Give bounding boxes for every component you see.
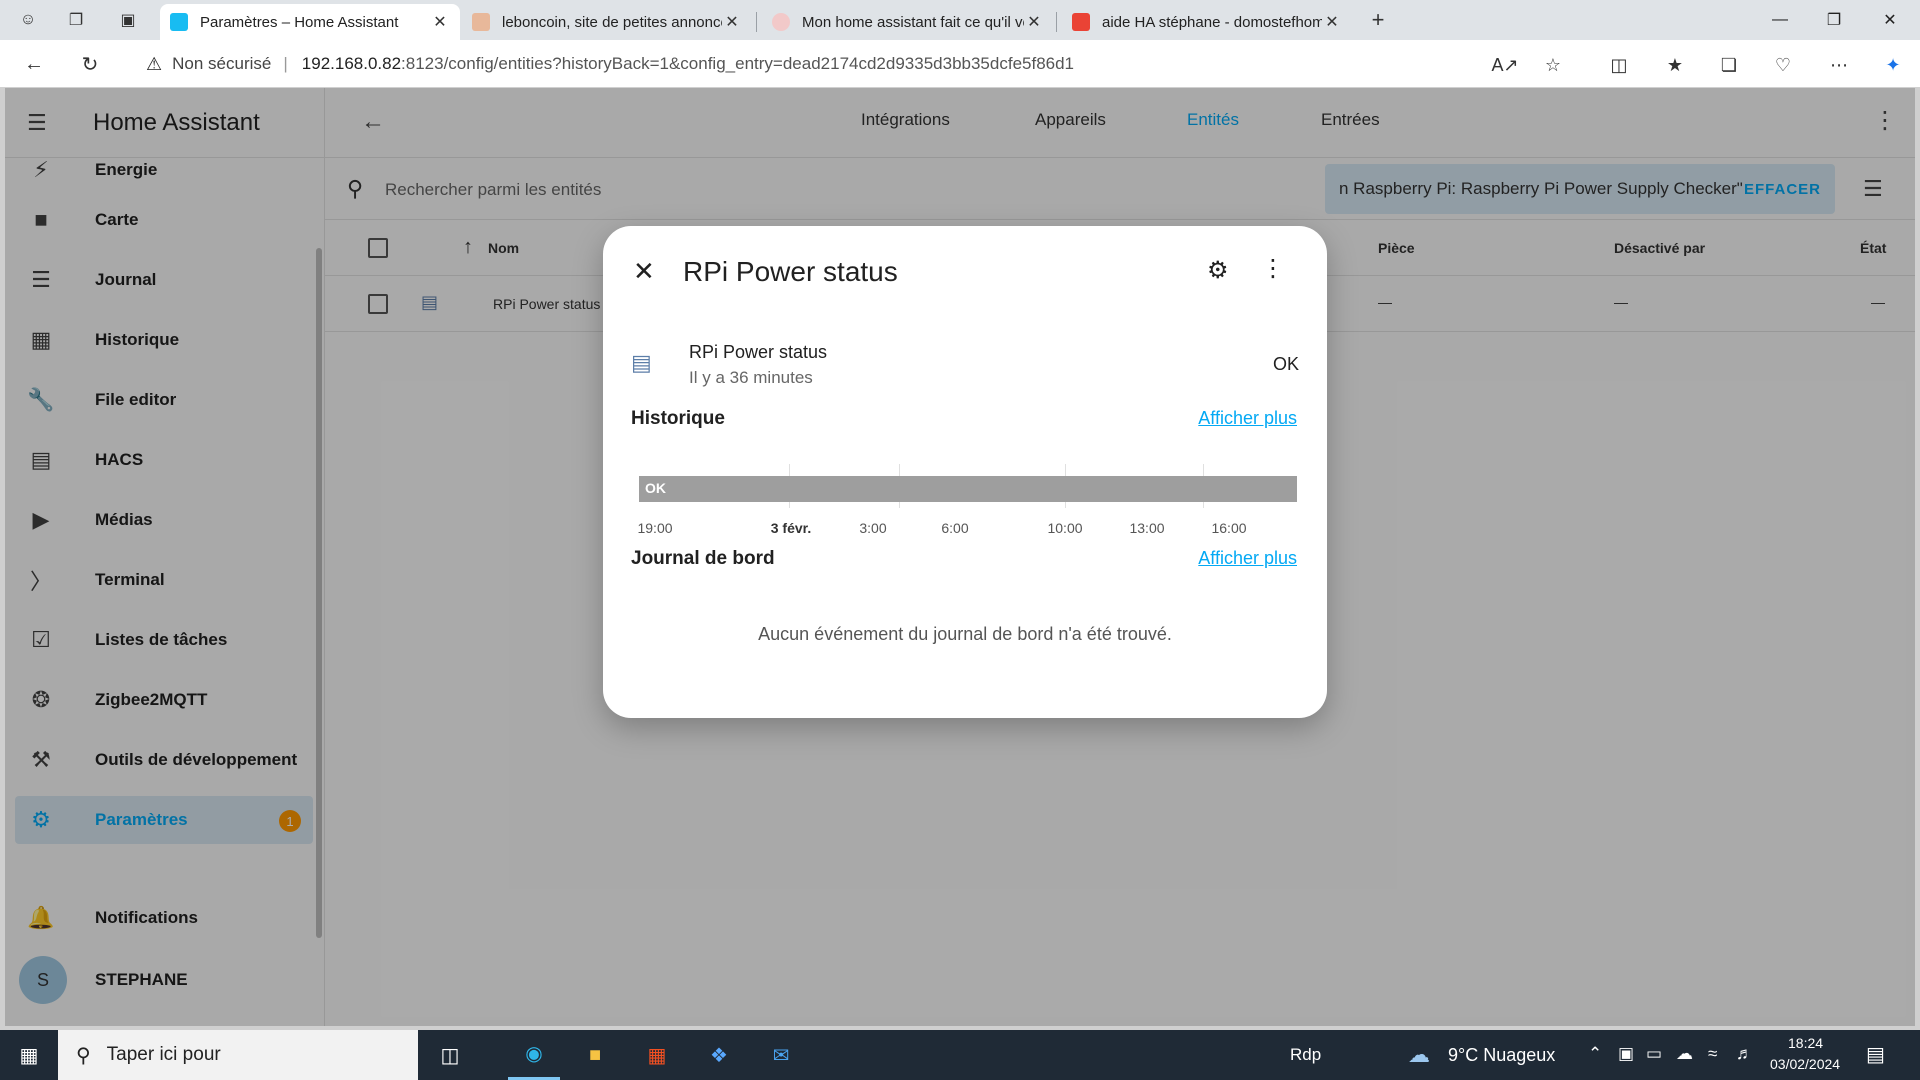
read-aloud-icon[interactable]: A↗: [1491, 52, 1518, 78]
tab-separator: [1056, 12, 1057, 32]
url-host: 192.168.0.82: [301, 54, 402, 73]
close-tab-icon[interactable]: ✕: [430, 12, 450, 32]
logbook-show-more-link[interactable]: Afficher plus: [1198, 548, 1297, 569]
rdp-label[interactable]: Rdp: [1290, 1045, 1321, 1065]
refresh-icon[interactable]: ↻: [76, 50, 104, 78]
dropbox-icon[interactable]: ❖: [696, 1030, 742, 1080]
profile-icon[interactable]: ☺: [14, 6, 42, 34]
speaker-icon[interactable]: ♬: [1736, 1044, 1753, 1064]
entity-state: OK: [1272, 354, 1299, 374]
browser-tab-ha[interactable]: Paramètres – Home Assistant ✕: [160, 4, 460, 40]
timeline-tick: 19:00: [637, 520, 673, 536]
weather-text[interactable]: 9°C Nuageux: [1448, 1045, 1555, 1066]
clock-time[interactable]: 18:24: [1788, 1035, 1823, 1051]
chevron-up-icon[interactable]: ⌃: [1588, 1044, 1602, 1064]
tab-title: Paramètres – Home Assistant: [200, 13, 399, 31]
url-field[interactable]: ⚠ Non sécurisé | 192.168.0.82 :8123/conf…: [128, 46, 1508, 82]
gmail-favicon-icon: [1072, 13, 1090, 31]
notification-center-icon[interactable]: ▤: [1866, 1042, 1885, 1067]
windows-taskbar: ▦ ⚲ Taper ici pour ◫ ◉ ■ ▦ ❖ ✉ Rdp ☁ 9°C…: [0, 1030, 1920, 1080]
browser-essentials-icon[interactable]: ♡: [1770, 52, 1796, 78]
back-arrow-icon[interactable]: ←: [20, 50, 48, 78]
timeline-bar[interactable]: [639, 476, 1297, 502]
warning-icon: ⚠: [146, 53, 163, 74]
logbook-title: Journal de bord: [631, 548, 775, 569]
tab-title: leboncoin, site de petites annonces: [502, 13, 722, 31]
power-supply-icon: ▤: [631, 350, 652, 375]
history-show-more-link[interactable]: Afficher plus: [1198, 408, 1297, 429]
clock-date[interactable]: 03/02/2024: [1770, 1056, 1840, 1072]
url-path: :8123/config/entities?historyBack=1&conf…: [401, 54, 1075, 73]
browser-tab-forum[interactable]: Mon home assistant fait ce qu'il veut ✕: [762, 4, 1054, 40]
timeline-tick: 16:00: [1211, 520, 1247, 536]
workspaces-icon[interactable]: ❐: [62, 6, 90, 34]
security-label: Non sécurisé: [172, 54, 272, 73]
timeline-tick: 6:00: [941, 520, 969, 536]
gear-icon[interactable]: ⚙: [1207, 256, 1229, 285]
split-screen-icon[interactable]: ◫: [1606, 52, 1632, 78]
browser-tab-gmail[interactable]: aide HA stéphane - domostefhom ✕: [1062, 4, 1352, 40]
close-tab-icon[interactable]: ✕: [722, 12, 742, 32]
wifi-icon[interactable]: ≈: [1708, 1044, 1717, 1064]
taskbar-search-placeholder: Taper ici pour: [106, 1044, 221, 1065]
search-icon: ⚲: [76, 1044, 91, 1067]
file-explorer-icon[interactable]: ■: [572, 1030, 618, 1080]
home-assistant-app: ☰ Home Assistant ⚡ Energie ■ Carte ☰ Jou…: [5, 88, 1915, 1026]
browser-address-bar: ← ↻ ⚠ Non sécurisé | 192.168.0.82 :8123/…: [0, 40, 1920, 88]
new-tab-icon[interactable]: +: [1364, 6, 1392, 34]
timeline-tick: 3:00: [859, 520, 887, 536]
restore-icon[interactable]: ❐: [1806, 0, 1862, 40]
overflow-menu-icon[interactable]: ⋮: [1261, 254, 1285, 283]
favorites-icon[interactable]: ★: [1662, 52, 1688, 78]
entity-name: RPi Power status: [689, 342, 828, 362]
more-options-icon[interactable]: ⋯: [1826, 52, 1852, 78]
tab-title: aide HA stéphane - domostefhom: [1102, 13, 1322, 31]
timeline-tick: 13:00: [1129, 520, 1165, 536]
close-tab-icon[interactable]: ✕: [1322, 12, 1342, 32]
timeline-tick: 10:00: [1047, 520, 1083, 536]
timeline-tick: 3 févr.: [770, 520, 812, 536]
taskbar-search-input[interactable]: ⚲ Taper ici pour: [58, 1030, 418, 1080]
cloud-weather-icon: ☁: [1408, 1042, 1430, 1067]
close-window-icon[interactable]: ✕: [1862, 0, 1918, 40]
close-tab-icon[interactable]: ✕: [1024, 12, 1044, 32]
tab-separator: [756, 12, 757, 32]
url-separator: |: [283, 54, 288, 73]
copilot-icon[interactable]: ✦: [1880, 52, 1906, 78]
tab-actions-icon[interactable]: ▣: [114, 6, 142, 34]
meet-now-icon[interactable]: ▣: [1618, 1044, 1634, 1064]
collections-icon[interactable]: ❏: [1716, 52, 1742, 78]
leboncoin-favicon-icon: [472, 13, 490, 31]
browser-tab-leboncoin[interactable]: leboncoin, site de petites annonces ✕: [462, 4, 752, 40]
timeline-bar-label: OK: [645, 480, 666, 496]
history-timeline: OK 19:00 3 févr. 3:00 6:00 10:00 13:00 1…: [631, 456, 1299, 546]
windows-start-icon[interactable]: ▦: [0, 1030, 58, 1080]
home-assistant-favicon-icon: [170, 13, 188, 31]
history-title: Historique: [631, 408, 725, 429]
close-icon[interactable]: ✕: [633, 256, 655, 287]
edge-browser-icon[interactable]: ◉: [508, 1030, 560, 1080]
battery-icon[interactable]: ▭: [1646, 1044, 1662, 1064]
onedrive-cloud-icon[interactable]: ☁: [1676, 1044, 1693, 1064]
mail-icon[interactable]: ✉: [758, 1030, 804, 1080]
microsoft-store-icon[interactable]: ▦: [634, 1030, 680, 1080]
logbook-empty-message: Aucun événement du journal de bord n'a é…: [758, 624, 1172, 644]
minimize-icon[interactable]: —: [1752, 0, 1808, 40]
entity-state-row: ▤ RPi Power status Il y a 36 minutes OK: [631, 340, 1299, 396]
browser-tab-bar: ☺ ❐ ▣ Paramètres – Home Assistant ✕ lebo…: [0, 0, 1920, 40]
favorite-star-icon[interactable]: ☆: [1540, 52, 1566, 78]
task-view-icon[interactable]: ◫: [428, 1030, 472, 1080]
more-info-dialog: ✕ RPi Power status ⚙ ⋮ ▤ RPi Power statu…: [603, 226, 1327, 718]
dialog-title: RPi Power status: [683, 256, 898, 287]
tab-title: Mon home assistant fait ce qu'il veut: [802, 13, 1024, 31]
forum-favicon-icon: [772, 13, 790, 31]
last-changed: Il y a 36 minutes: [689, 368, 813, 387]
